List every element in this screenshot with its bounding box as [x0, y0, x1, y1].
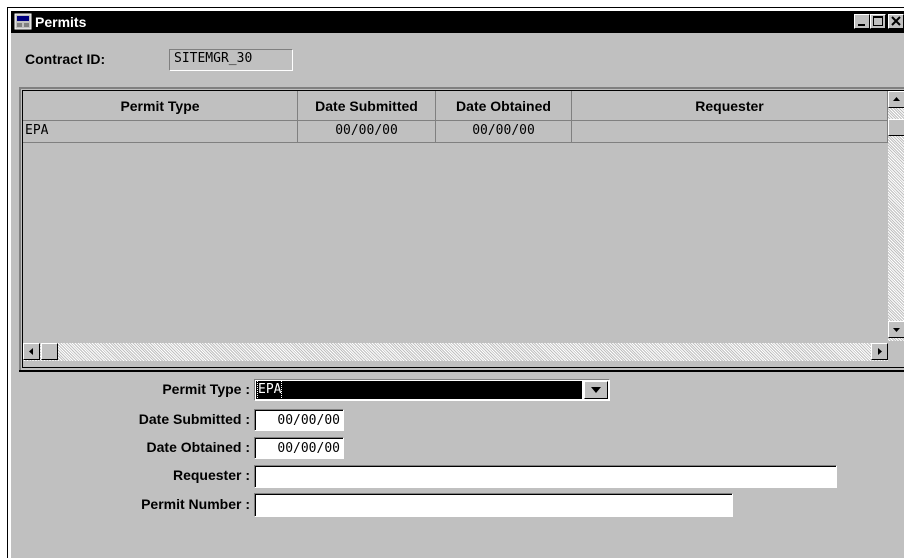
permit-number-inner [255, 494, 732, 516]
arrow-right-icon [878, 348, 882, 355]
horizontal-scroll-thumb[interactable] [41, 343, 58, 360]
permit-type-value: EPA [256, 380, 283, 400]
column-header-permit-type[interactable]: Permit Type [23, 91, 298, 121]
permit-type-select[interactable]: EPA [254, 379, 610, 401]
arrow-left-icon [29, 348, 33, 355]
date-submitted-value: 00/00/00 [277, 413, 340, 428]
close-button[interactable] [888, 14, 904, 29]
date-obtained-label: Date Obtained : [146, 439, 250, 455]
splitter-divider[interactable] [19, 370, 904, 372]
date-obtained-value: 00/00/00 [277, 441, 340, 456]
maximize-icon [873, 16, 883, 26]
table-row-cell-permit-type[interactable]: EPA [23, 121, 298, 143]
contract-id-value: SITEMGR_30 [174, 51, 253, 66]
minimize-button[interactable] [854, 14, 870, 29]
permit-number-label: Permit Number : [141, 496, 250, 512]
date-submitted-field[interactable]: 00/00/00 [254, 409, 344, 431]
chevron-down-icon [591, 387, 601, 393]
requester-inner [255, 466, 836, 487]
horizontal-scrollbar[interactable] [23, 343, 888, 361]
contract-id-field: SITEMGR_30 [169, 49, 293, 71]
close-icon [891, 16, 901, 26]
date-obtained-field[interactable]: 00/00/00 [254, 437, 344, 459]
scroll-up-button[interactable] [888, 91, 904, 108]
arrow-down-icon [893, 328, 900, 332]
title-bar[interactable]: Permits [11, 11, 904, 33]
permit-number-field[interactable] [254, 493, 733, 517]
date-submitted-label: Date Submitted : [138, 411, 250, 427]
permits-app-icon [14, 13, 32, 30]
scroll-down-button[interactable] [888, 321, 904, 338]
contract-id-label: Contract ID: [25, 51, 106, 67]
column-header-date-submitted[interactable]: Date Submitted [298, 91, 436, 121]
permit-type-dropdown-button[interactable] [584, 381, 608, 399]
table-row-cell-date-obtained[interactable]: 00/00/00 [436, 121, 572, 143]
vertical-scroll-thumb[interactable] [888, 119, 904, 136]
date-obtained-inner: 00/00/00 [255, 438, 343, 458]
arrow-up-icon [893, 97, 900, 101]
scroll-right-button[interactable] [871, 343, 888, 360]
column-header-requester[interactable]: Requester [572, 91, 888, 121]
vertical-scrollbar[interactable] [888, 91, 904, 341]
maximize-button[interactable] [870, 14, 886, 29]
permits-grid[interactable]: Permit Type Date Submitted Date Obtained… [22, 90, 904, 368]
table-row-cell-requester[interactable] [572, 121, 888, 143]
minimize-icon [858, 24, 865, 26]
column-header-date-obtained[interactable]: Date Obtained [436, 91, 572, 121]
requester-label: Requester : [172, 467, 250, 483]
date-submitted-inner: 00/00/00 [255, 410, 343, 430]
permit-type-label: Permit Type : [162, 381, 250, 397]
permit-type-highlight: EPA [256, 380, 582, 400]
table-row-cell-date-submitted[interactable]: 00/00/00 [298, 121, 436, 143]
scroll-left-button[interactable] [23, 343, 40, 360]
window-title: Permits [35, 14, 87, 30]
requester-field[interactable] [254, 465, 837, 488]
